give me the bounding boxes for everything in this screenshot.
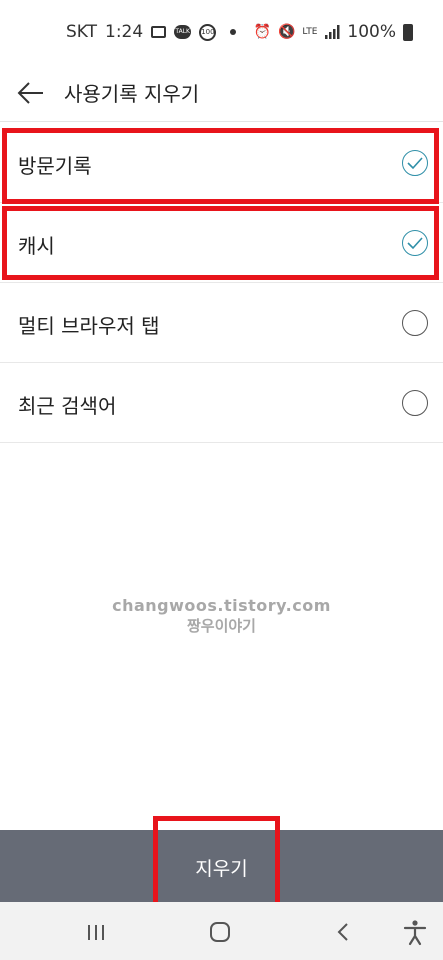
home-icon — [210, 922, 230, 942]
accessibility-icon — [403, 920, 427, 946]
checked-circle-icon[interactable] — [402, 230, 428, 256]
back-button[interactable] — [14, 76, 48, 110]
gallery-icon — [151, 26, 167, 38]
badge-100-icon: 100 — [199, 23, 217, 41]
watermark-name: 짱우이야기 — [186, 617, 256, 635]
battery-icon — [403, 23, 413, 41]
carrier-label: SKT — [66, 22, 98, 42]
home-button[interactable] — [205, 917, 235, 947]
status-bar: SKT 1:24 TALK 100 ⏰ 🔇 LTE 100% — [0, 0, 443, 66]
mute-icon: 🔇 — [277, 24, 296, 40]
option-cache[interactable]: 캐시 — [0, 203, 443, 283]
option-visit-history[interactable]: 방문기록 — [0, 123, 443, 203]
clear-options-list: 방문기록 캐시 멀티 브라우저 탭 최근 검색어 — [0, 123, 443, 443]
accessibility-button[interactable] — [400, 917, 430, 947]
clear-button-label: 지우기 — [195, 858, 248, 880]
talk-icon: TALK — [174, 25, 192, 39]
option-label: 방문기록 — [18, 154, 92, 178]
watermark: changwoos.tistory.com 짱우이야기 — [0, 596, 443, 636]
alarm-icon: ⏰ — [253, 24, 271, 40]
watermark-url: changwoos.tistory.com — [112, 596, 331, 615]
unchecked-circle-icon[interactable] — [402, 310, 428, 336]
nav-back-button[interactable] — [329, 917, 359, 947]
option-multi-browser-tabs[interactable]: 멀티 브라우저 탭 — [0, 283, 443, 363]
unchecked-circle-icon[interactable] — [402, 390, 428, 416]
option-label: 멀티 브라우저 탭 — [18, 314, 160, 338]
app-bar: 사용기록 지우기 — [0, 66, 443, 122]
recents-icon — [88, 925, 104, 940]
dot-icon — [230, 29, 237, 35]
page-title: 사용기록 지우기 — [64, 82, 200, 106]
clock: 1:24 — [105, 22, 144, 42]
option-recent-searches[interactable]: 최근 검색어 — [0, 363, 443, 443]
status-right: ⏰ 🔇 LTE 100% — [254, 22, 413, 42]
option-label: 캐시 — [18, 234, 55, 258]
system-nav-bar — [0, 902, 443, 960]
recents-button[interactable] — [81, 917, 111, 947]
option-label: 최근 검색어 — [18, 394, 117, 418]
back-icon — [337, 923, 348, 941]
battery-label: 100% — [347, 22, 396, 42]
clear-button[interactable]: 지우기 — [0, 830, 443, 902]
lte-icon: LTE — [302, 26, 318, 37]
checked-circle-icon[interactable] — [402, 150, 428, 176]
signal-icon — [325, 25, 340, 39]
back-arrow-icon — [17, 82, 43, 104]
status-left: SKT 1:24 TALK 100 — [66, 22, 237, 42]
